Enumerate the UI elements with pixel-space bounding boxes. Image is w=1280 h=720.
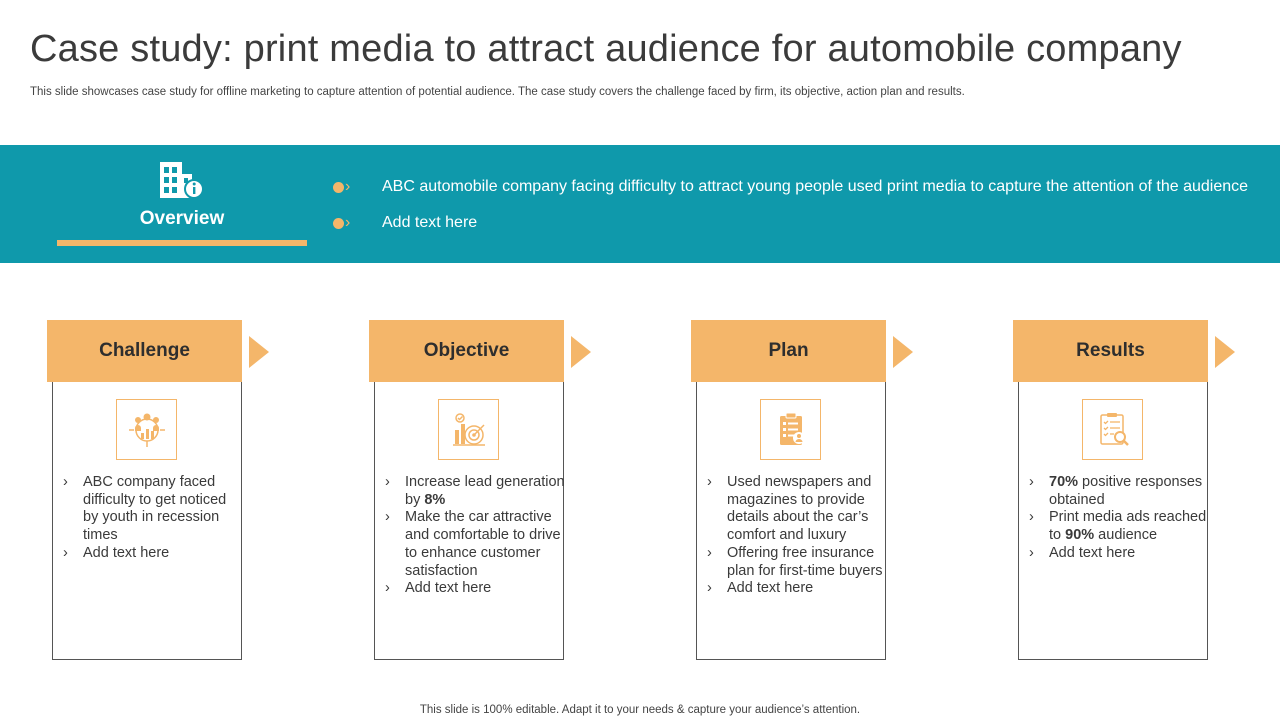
overview-bullet: › ABC automobile company facing difficul…: [333, 178, 1248, 195]
arrow-right-icon: [571, 336, 591, 368]
arrow-right-icon: [893, 336, 913, 368]
list-item: Add text here: [385, 580, 565, 598]
list-item: Make the car attractive and comfortable …: [385, 509, 565, 580]
target-chart-icon: [438, 399, 499, 460]
challenge-card: Challenge ABC company faced difficulty t…: [47, 320, 277, 665]
report-search-icon: [1082, 399, 1143, 460]
card-header: Results: [1013, 320, 1208, 382]
overview-bullet-text: Add text here: [382, 214, 478, 231]
card-header: Challenge: [47, 320, 242, 382]
list-item: Used newspapers and magazines to provide…: [707, 474, 887, 545]
page-title: Case study: print media to attract audie…: [30, 28, 1182, 70]
overview-label: Overview: [139, 208, 225, 229]
challenge-list: ABC company faced difficulty to get noti…: [63, 474, 243, 563]
plan-card: Plan Used newspapers and magazines to pr…: [691, 320, 921, 665]
list-item: Increase lead generation by 8%: [385, 474, 565, 509]
page-subtitle: This slide showcases case study for offl…: [30, 86, 965, 98]
list-item: 70% positive responses obtained: [1029, 474, 1209, 509]
overview-bullet-text: ABC automobile company facing difficulty…: [382, 178, 1249, 195]
bullet-dot-icon: [333, 181, 344, 193]
list-item: Print media ads reached to 90% audience: [1029, 509, 1209, 544]
objective-list: Increase lead generation by 8% Make the …: [385, 474, 565, 598]
list-item: Add text here: [63, 545, 243, 563]
results-list: 70% positive responses obtained Print me…: [1029, 474, 1209, 563]
results-card: Results 70% positive responses obtained …: [1013, 320, 1243, 665]
footer-note: This slide is 100% editable. Adapt it to…: [419, 704, 861, 716]
objective-card: Objective Increase lead generation by 8%…: [369, 320, 599, 665]
list-item: Offering free insurance plan for first-t…: [707, 545, 887, 580]
list-item: Add text here: [1029, 545, 1209, 563]
list-item: Add text here: [707, 580, 887, 598]
overview-underline: [57, 240, 307, 246]
overview-bullet: › Add text here: [333, 214, 477, 231]
plan-list: Used newspapers and magazines to provide…: [707, 474, 887, 598]
building-info-icon: [160, 162, 204, 199]
card-header: Objective: [369, 320, 564, 382]
people-chart-icon: [116, 399, 177, 460]
bullet-dot-icon: [333, 217, 344, 229]
chevron-right-icon: ›: [345, 178, 351, 195]
arrow-right-icon: [1215, 336, 1235, 368]
list-item: ABC company faced difficulty to get noti…: [63, 474, 243, 545]
clipboard-user-icon: [760, 399, 821, 460]
chevron-right-icon: ›: [345, 214, 351, 231]
arrow-right-icon: [249, 336, 269, 368]
card-header: Plan: [691, 320, 886, 382]
